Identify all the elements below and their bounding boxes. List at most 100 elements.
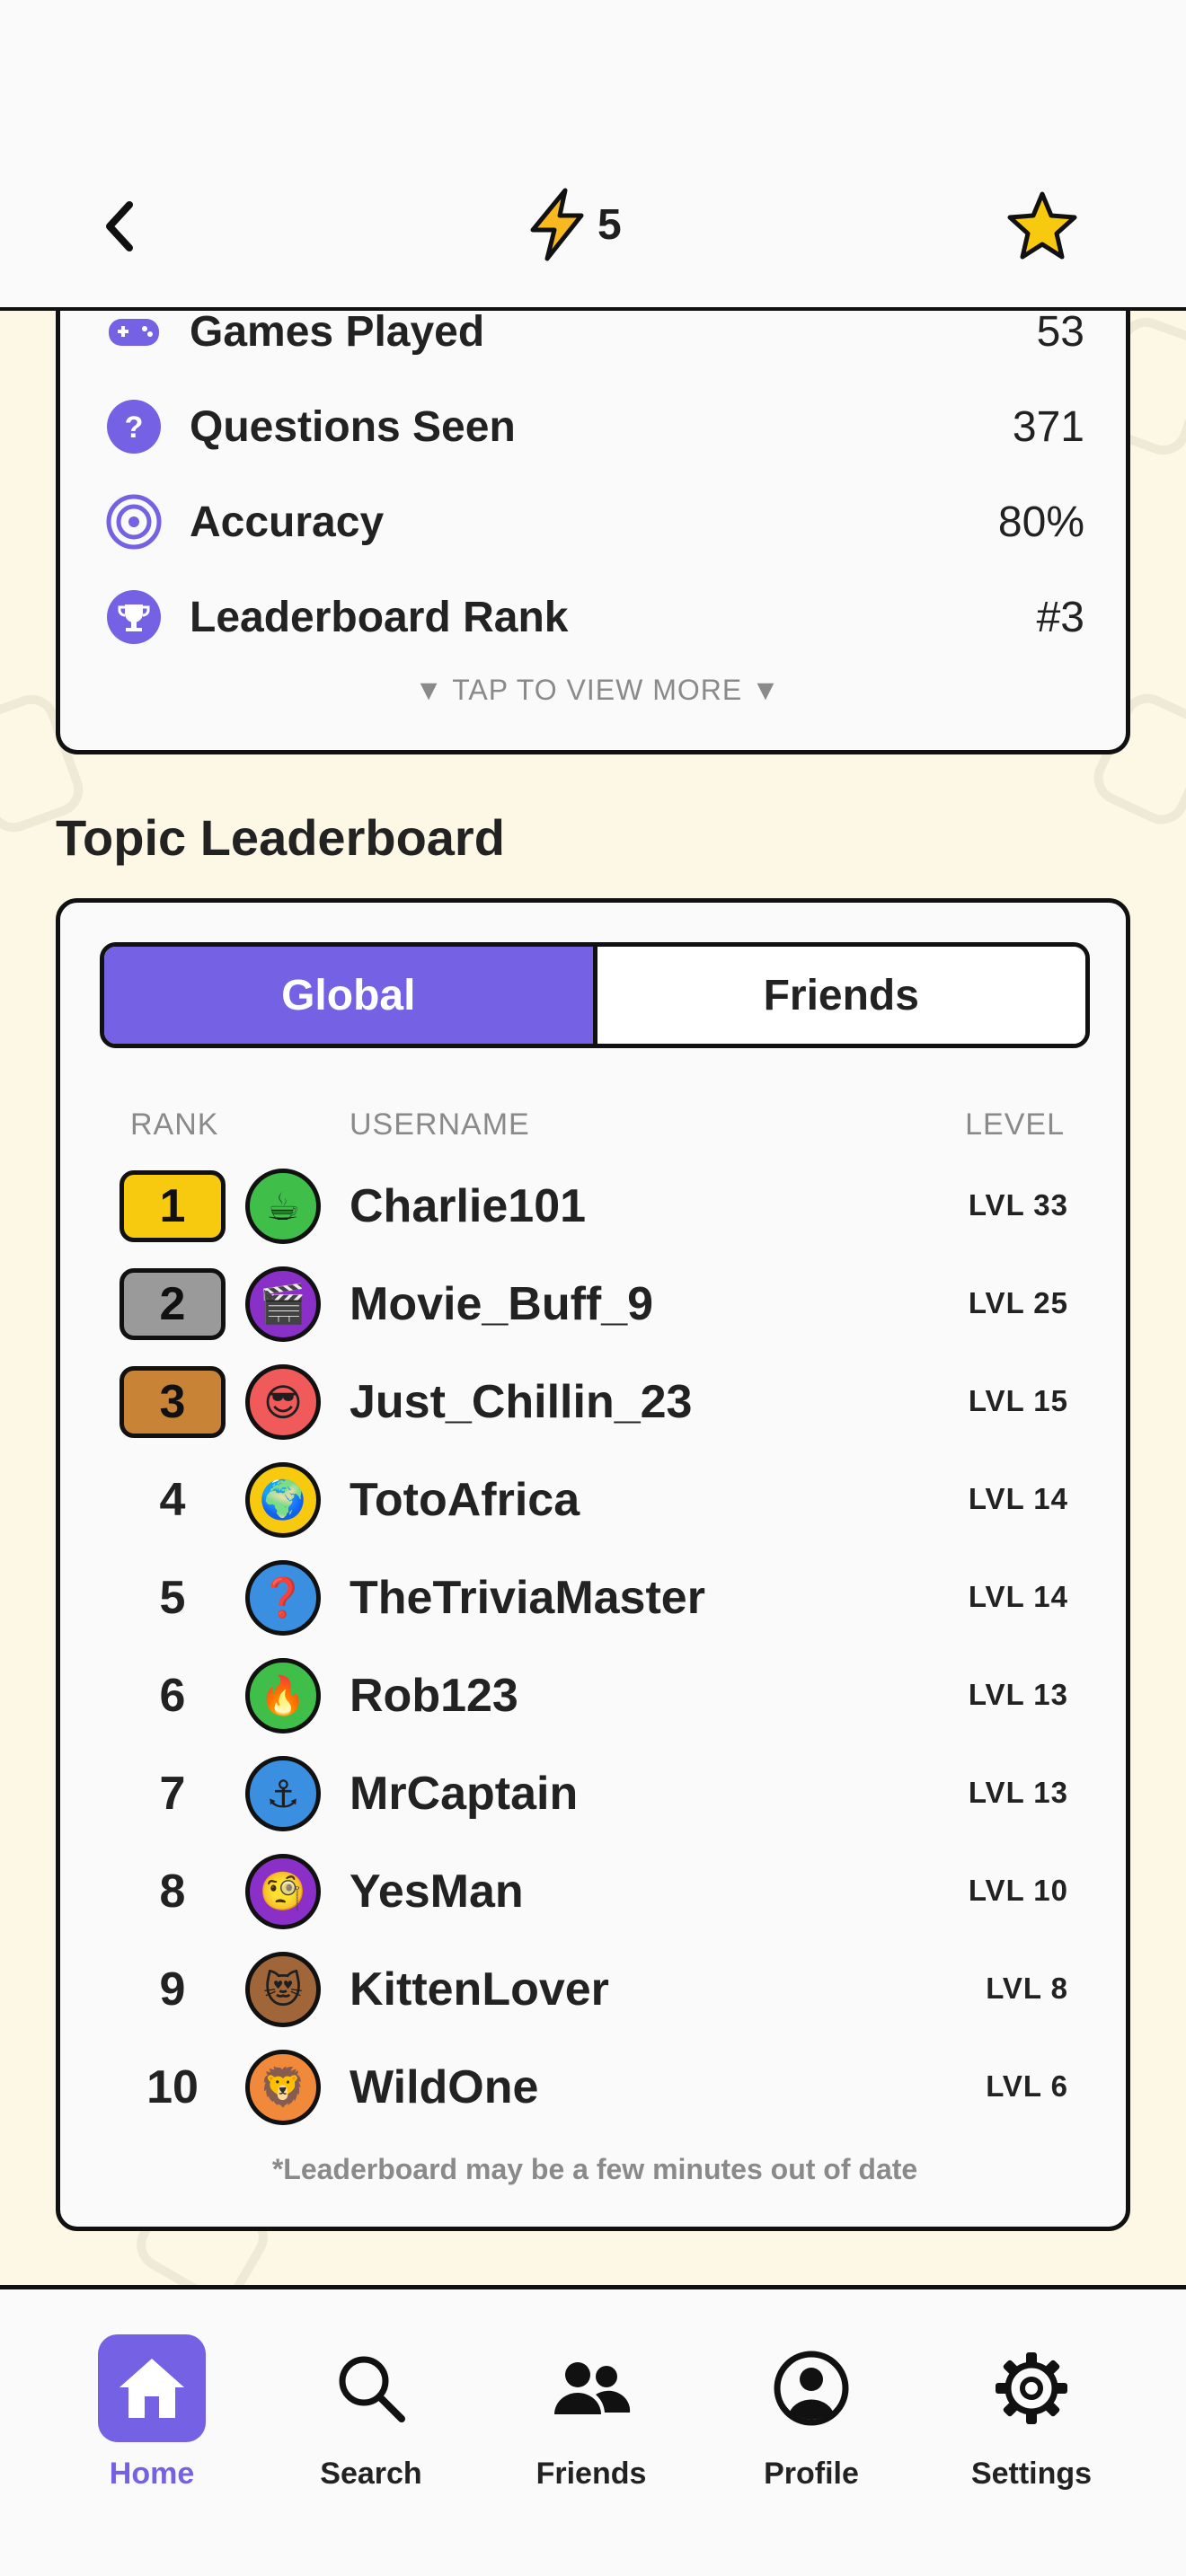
column-header-username: USERNAME bbox=[350, 1107, 530, 1142]
rank-number: 8 bbox=[159, 1866, 186, 1918]
nav-home[interactable]: Home bbox=[62, 2334, 242, 2492]
trophy-icon bbox=[105, 588, 163, 646]
rank-number: 9 bbox=[159, 1963, 186, 2016]
stats-card[interactable]: Games Played 53 ? Questions Seen 371 Acc… bbox=[56, 269, 1130, 754]
level-badge: LVL 6 bbox=[986, 2069, 1068, 2103]
level-badge: LVL 14 bbox=[968, 1482, 1068, 1515]
nav-profile[interactable]: Profile bbox=[721, 2334, 901, 2492]
stat-row-leaderboard-rank: Leaderboard Rank #3 bbox=[105, 577, 1084, 657]
stat-row-accuracy: Accuracy 80% bbox=[105, 481, 1084, 562]
username: Charlie101 bbox=[350, 1180, 587, 1232]
nav-label: Home bbox=[109, 2457, 195, 2491]
level-badge: LVL 8 bbox=[986, 1972, 1068, 2005]
leaderboard-row[interactable]: 8 🧐 YesMan LVL 10 bbox=[60, 1847, 1129, 1936]
tab-global[interactable]: Global bbox=[104, 947, 597, 1044]
energy-counter[interactable]: 5 bbox=[526, 187, 622, 262]
leaderboard-row[interactable]: 10 🦁 WildOne LVL 6 bbox=[60, 2042, 1129, 2132]
home-icon bbox=[98, 2334, 206, 2442]
rank-badge: 3 bbox=[119, 1366, 226, 1438]
nav-label: Friends bbox=[535, 2457, 647, 2491]
rank-number: 7 bbox=[159, 1768, 186, 1820]
column-header-rank: RANK bbox=[130, 1107, 219, 1142]
leaderboard-row[interactable]: 1 ☕ Charlie101 LVL 33 bbox=[60, 1161, 1129, 1251]
question-circle-icon: ? bbox=[105, 398, 163, 455]
stat-label: Games Played bbox=[190, 307, 485, 356]
leaderboard-row[interactable]: 5 ❓ TheTriviaMaster LVL 14 bbox=[60, 1553, 1129, 1643]
leaderboard-row[interactable]: 2 🎬 Movie_Buff_9 LVL 25 bbox=[60, 1259, 1129, 1349]
stat-value: 371 bbox=[1012, 402, 1084, 451]
rank-number: 4 bbox=[159, 1474, 186, 1526]
level-badge: LVL 14 bbox=[968, 1580, 1068, 1613]
gamepad-icon bbox=[105, 303, 163, 360]
star-icon bbox=[1007, 191, 1077, 260]
username: Movie_Buff_9 bbox=[350, 1278, 654, 1330]
stat-value: 53 bbox=[1036, 307, 1084, 356]
avatar: 😎 bbox=[245, 1364, 321, 1440]
favorite-button[interactable] bbox=[1005, 189, 1080, 269]
nav-friends[interactable]: Friends bbox=[501, 2334, 681, 2492]
tab-friends[interactable]: Friends bbox=[597, 947, 1085, 1044]
avatar: 🎬 bbox=[245, 1266, 321, 1342]
bottom-navigation: Home Search Friends Profile Settings bbox=[0, 2285, 1186, 2576]
target-icon bbox=[105, 493, 163, 551]
username: WildOne bbox=[350, 2061, 539, 2113]
rank-number: 5 bbox=[159, 1572, 186, 1624]
leaderboard-row[interactable]: 7 ⚓ MrCaptain LVL 13 bbox=[60, 1749, 1129, 1839]
rank-number: 10 bbox=[146, 2061, 199, 2113]
level-badge: LVL 13 bbox=[968, 1776, 1068, 1809]
username: KittenLover bbox=[350, 1963, 609, 2016]
avatar: ☕ bbox=[245, 1169, 321, 1244]
level-badge: LVL 25 bbox=[968, 1286, 1068, 1319]
level-badge: LVL 33 bbox=[968, 1188, 1068, 1222]
level-badge: LVL 15 bbox=[968, 1384, 1068, 1417]
nav-label: Profile bbox=[764, 2457, 859, 2491]
stat-label: Questions Seen bbox=[190, 402, 516, 451]
back-button[interactable] bbox=[99, 190, 153, 262]
leaderboard-row[interactable]: 4 🌍 TotoAfrica LVL 14 bbox=[60, 1455, 1129, 1545]
username: Rob123 bbox=[350, 1670, 518, 1722]
leaderboard-row[interactable]: 9 😻 KittenLover LVL 8 bbox=[60, 1945, 1129, 2034]
level-badge: LVL 13 bbox=[968, 1678, 1068, 1711]
lightning-icon bbox=[530, 188, 584, 261]
username: Just_Chillin_23 bbox=[350, 1376, 693, 1428]
svg-text:?: ? bbox=[125, 410, 144, 445]
section-title: Topic Leaderboard bbox=[56, 809, 505, 866]
rank-badge: 2 bbox=[119, 1268, 226, 1340]
top-bar: 5 bbox=[0, 0, 1186, 311]
username: TheTriviaMaster bbox=[350, 1572, 705, 1624]
stat-label: Accuracy bbox=[190, 498, 385, 546]
nav-label: Settings bbox=[970, 2457, 1093, 2491]
stat-value: #3 bbox=[1036, 593, 1084, 641]
rank-number: 6 bbox=[159, 1670, 186, 1722]
friends-icon bbox=[537, 2334, 645, 2442]
profile-icon bbox=[757, 2334, 865, 2442]
tap-to-view-more[interactable]: ▼ TAP TO VIEW MORE ▼ bbox=[60, 674, 1135, 707]
avatar: 🌍 bbox=[245, 1462, 321, 1538]
leaderboard-row[interactable]: 3 😎 Just_Chillin_23 LVL 15 bbox=[60, 1357, 1129, 1447]
chevron-left-icon bbox=[106, 201, 133, 251]
search-icon bbox=[317, 2334, 425, 2442]
gear-icon bbox=[978, 2334, 1085, 2442]
leaderboard-card: Global Friends RANK USERNAME LEVEL 1 ☕ Cha… bbox=[56, 898, 1130, 2231]
stat-row-questions-seen: ? Questions Seen 371 bbox=[105, 386, 1084, 467]
avatar: 😻 bbox=[245, 1952, 321, 2027]
nav-search[interactable]: Search bbox=[281, 2334, 461, 2492]
avatar: ⚓ bbox=[245, 1756, 321, 1831]
energy-count: 5 bbox=[597, 200, 622, 249]
avatar: 🧐 bbox=[245, 1854, 321, 1929]
stat-value: 80% bbox=[997, 498, 1084, 546]
nav-label: Search bbox=[320, 2457, 422, 2491]
username: YesMan bbox=[350, 1866, 524, 1918]
leaderboard-segmented-control: Global Friends bbox=[100, 942, 1090, 1048]
nav-settings[interactable]: Settings bbox=[942, 2334, 1121, 2492]
username: MrCaptain bbox=[350, 1768, 579, 1820]
username: TotoAfrica bbox=[350, 1474, 580, 1526]
leaderboard-row[interactable]: 6 🔥 Rob123 LVL 13 bbox=[60, 1651, 1129, 1741]
level-badge: LVL 10 bbox=[968, 1874, 1068, 1907]
avatar: ❓ bbox=[245, 1560, 321, 1636]
leaderboard-footnote: *Leaderboard may be a few minutes out of… bbox=[271, 2153, 918, 2185]
rank-badge: 1 bbox=[119, 1170, 226, 1242]
column-header-level: LEVEL bbox=[965, 1107, 1065, 1142]
stat-label: Leaderboard Rank bbox=[190, 593, 569, 641]
avatar: 🔥 bbox=[245, 1658, 321, 1734]
